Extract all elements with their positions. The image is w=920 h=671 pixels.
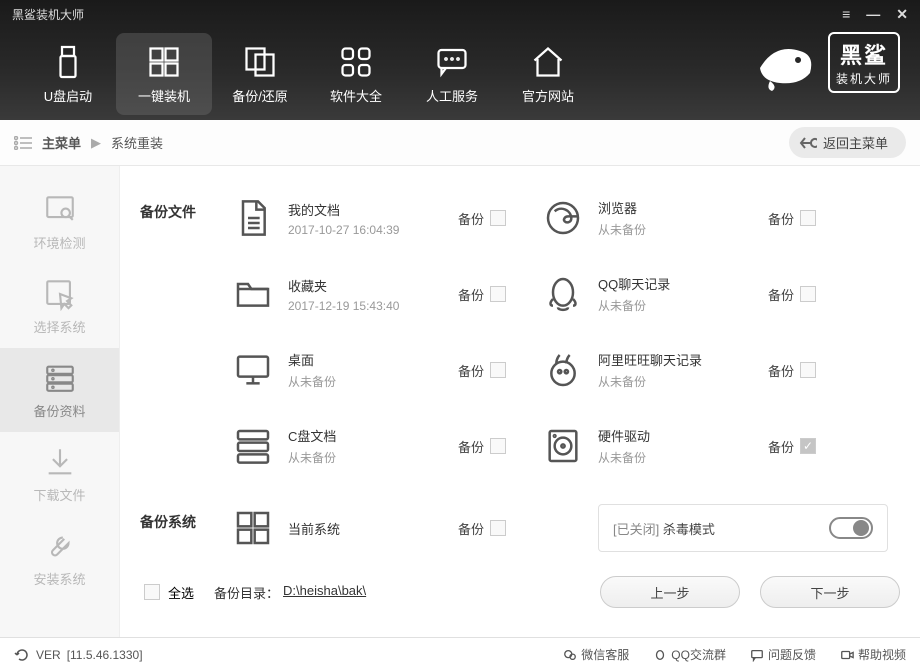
- wrench-icon: [43, 529, 77, 563]
- drive-icon: [528, 426, 598, 466]
- copy-icon: [242, 44, 278, 80]
- nav-label: U盘启动: [44, 86, 92, 105]
- menu-icon[interactable]: ≡: [842, 6, 850, 22]
- folder-icon: [218, 274, 288, 314]
- select-all-checkbox[interactable]: [144, 584, 160, 600]
- backup-checkbox[interactable]: [800, 362, 816, 378]
- backup-files-section: 备份文件 我的文档2017-10-27 16:04:39 备份 浏览器从未备份 …: [140, 180, 900, 484]
- nav-label: 软件大全: [330, 86, 382, 105]
- nav-support[interactable]: 人工服务: [404, 33, 500, 115]
- nav-usb-boot[interactable]: U盘启动: [20, 33, 116, 115]
- wechat-icon: [563, 648, 577, 662]
- select-all[interactable]: 全选: [144, 583, 194, 602]
- backup-directory[interactable]: 备份目录： D:\heisha\bak\: [214, 583, 366, 602]
- step-download[interactable]: 下载文件: [0, 432, 119, 516]
- windows-icon: [218, 508, 288, 548]
- backup-checkbox[interactable]: [490, 520, 506, 536]
- nav-software[interactable]: 软件大全: [308, 33, 404, 115]
- backup-checkbox[interactable]: [490, 210, 506, 226]
- breadcrumb: 主菜单 ▶ 系统重装 返回主菜单: [0, 120, 920, 166]
- back-to-main-button[interactable]: 返回主菜单: [789, 127, 906, 158]
- backup-row: 桌面从未备份 备份 阿里旺旺聊天记录从未备份 备份: [218, 332, 900, 408]
- step-backup[interactable]: 备份资料: [0, 348, 119, 432]
- status-feedback[interactable]: 问题反馈: [750, 646, 816, 663]
- list-icon: [14, 136, 32, 150]
- minimize-button[interactable]: —: [866, 6, 880, 22]
- status-wechat[interactable]: 微信客服: [563, 646, 629, 663]
- status-bar: VER[11.5.46.1330] 微信客服 QQ交流群 问题反馈 帮助视频: [0, 637, 920, 671]
- close-button[interactable]: ✕: [896, 6, 908, 23]
- status-help-video[interactable]: 帮助视频: [840, 646, 906, 663]
- nav-label: 官方网站: [522, 86, 574, 105]
- nav-website[interactable]: 官方网站: [500, 33, 596, 115]
- backup-checkbox[interactable]: [800, 286, 816, 302]
- content-body: 环境检测 选择系统 备份资料 下载文件 安装系统 备份文件 我的文档2017-: [0, 166, 920, 637]
- document-icon: [218, 198, 288, 238]
- backup-row: C盘文档从未备份 备份 硬件驱动从未备份 备份: [218, 408, 900, 484]
- usb-icon: [50, 44, 86, 80]
- backup-checkbox[interactable]: [800, 438, 816, 454]
- prev-step-button[interactable]: 上一步: [600, 576, 740, 608]
- download-icon: [43, 445, 77, 479]
- titlebar: 黑鲨装机大师 ≡ — ✕: [0, 0, 920, 28]
- item-title: 浏览器: [598, 198, 637, 217]
- chat-icon: [434, 44, 470, 80]
- inspect-icon: [43, 193, 77, 227]
- server-icon: [218, 426, 288, 466]
- section-files-label: 备份文件: [140, 180, 218, 484]
- qq-icon: [653, 648, 667, 662]
- backup-checkbox[interactable]: [800, 210, 816, 226]
- backup-checkbox[interactable]: [490, 438, 506, 454]
- select-icon: [43, 277, 77, 311]
- nav-label: 备份/还原: [232, 86, 288, 105]
- nav-backup-restore[interactable]: 备份/还原: [212, 33, 308, 115]
- app-title: 黑鲨装机大师: [12, 6, 84, 23]
- shark-icon: [750, 33, 820, 93]
- version-info[interactable]: VER[11.5.46.1330]: [14, 647, 143, 663]
- nav-label: 人工服务: [426, 86, 478, 105]
- backup-row: 我的文档2017-10-27 16:04:39 备份 浏览器从未备份 备份: [218, 180, 900, 256]
- app-header: 黑鲨装机大师 ≡ — ✕ U盘启动 一键装机 备份/还原 软件大全 人工服务: [0, 0, 920, 120]
- step-sidebar: 环境检测 选择系统 备份资料 下载文件 安装系统: [0, 166, 120, 637]
- backup-system-section: 备份系统 当前系统 备份 [已关闭] 杀毒模式: [140, 490, 900, 566]
- status-qq-group[interactable]: QQ交流群: [653, 646, 726, 663]
- item-sub: 2017-10-27 16:04:39: [288, 223, 399, 237]
- section-system-label: 备份系统: [140, 490, 218, 566]
- step-environment[interactable]: 环境检测: [0, 180, 119, 264]
- wangwang-icon: [528, 350, 598, 390]
- next-step-button[interactable]: 下一步: [760, 576, 900, 608]
- back-arrow-icon: [799, 136, 817, 150]
- home-icon: [530, 44, 566, 80]
- main-panel: 备份文件 我的文档2017-10-27 16:04:39 备份 浏览器从未备份 …: [120, 166, 920, 637]
- item-title: 我的文档: [288, 200, 340, 219]
- video-icon: [840, 648, 854, 662]
- main-footer: 全选 备份目录： D:\heisha\bak\ 上一步 下一步: [140, 566, 900, 608]
- windows-icon: [146, 44, 182, 80]
- step-select-system[interactable]: 选择系统: [0, 264, 119, 348]
- backup-checkbox[interactable]: [490, 286, 506, 302]
- nav-one-click-install[interactable]: 一键装机: [116, 33, 212, 115]
- antivirus-panel: [已关闭] 杀毒模式: [598, 504, 888, 552]
- apps-icon: [338, 44, 374, 80]
- brand-text: 黑鲨 装机大师: [828, 32, 900, 93]
- feedback-icon: [750, 648, 764, 662]
- desktop-icon: [218, 350, 288, 390]
- top-nav: U盘启动 一键装机 备份/还原 软件大全 人工服务 官方网站 黑鲨 装机大师: [0, 28, 920, 120]
- nav-label: 一键装机: [138, 86, 190, 105]
- refresh-icon: [14, 647, 30, 663]
- backup-row: 收藏夹2017-12-19 15:43:40 备份 QQ聊天记录从未备份 备份: [218, 256, 900, 332]
- window-controls: ≡ — ✕: [842, 6, 908, 23]
- step-install[interactable]: 安装系统: [0, 516, 119, 600]
- browser-icon: [528, 198, 598, 238]
- backup-checkbox[interactable]: [490, 362, 506, 378]
- chevron-right-icon: ▶: [91, 135, 101, 151]
- system-row: 当前系统 备份 [已关闭] 杀毒模式: [218, 490, 900, 566]
- data-icon: [43, 361, 77, 395]
- qq-icon: [528, 274, 598, 314]
- breadcrumb-root[interactable]: 主菜单: [42, 133, 81, 152]
- brand-logo: 黑鲨 装机大师: [750, 32, 900, 93]
- antivirus-toggle[interactable]: [829, 517, 873, 539]
- breadcrumb-current: 系统重装: [111, 133, 163, 152]
- item-sub: 从未备份: [598, 221, 646, 238]
